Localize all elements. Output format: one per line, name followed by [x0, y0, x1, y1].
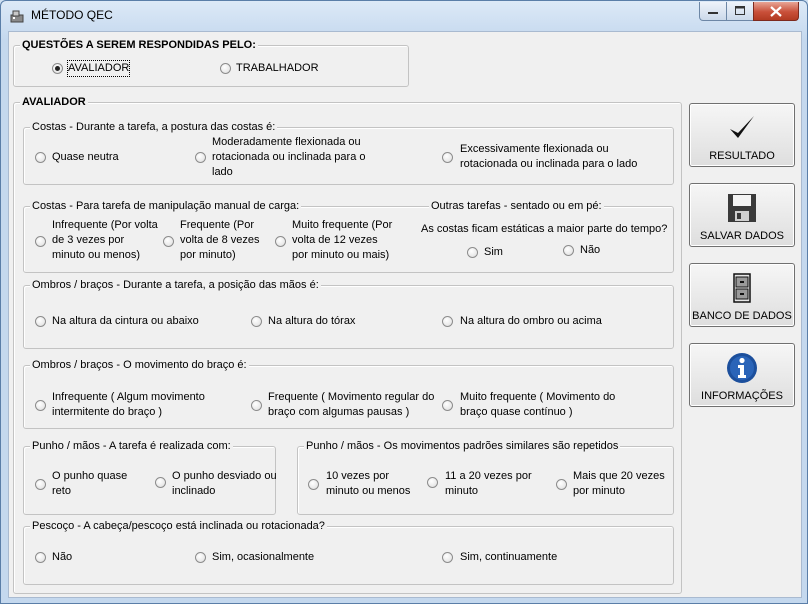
radio-10-vezes[interactable]	[308, 479, 319, 490]
informacoes-button[interactable]: INFORMAÇÕES	[689, 343, 795, 407]
radio-braco-muito-frequente[interactable]	[442, 400, 453, 411]
radio-moderadamente-flexionada[interactable]	[195, 152, 206, 163]
costas-carga-legend: Costas - Para tarefa de manipulação manu…	[30, 199, 302, 213]
radio-altura-cintura[interactable]	[35, 316, 46, 327]
radio-11-20-vezes[interactable]	[427, 477, 438, 488]
radio-carga-infrequente[interactable]	[35, 236, 46, 247]
label-carga-infrequente[interactable]: Infrequente (Por volta de 3 vezes por mi…	[52, 218, 158, 263]
info-icon	[727, 353, 757, 383]
minimize-icon	[708, 12, 718, 14]
label-braco-infrequente[interactable]: Infrequente ( Algum movimento intermiten…	[52, 390, 212, 420]
radio-punho-reto[interactable]	[35, 479, 46, 490]
label-pescoco-continuamente[interactable]: Sim, continuamente	[460, 550, 557, 565]
label-estaticas-nao[interactable]: Não	[580, 243, 600, 258]
app-icon	[10, 10, 24, 23]
avaliador-group: AVALIADOR Costas - Durante a tarefa, a p…	[13, 95, 682, 594]
label-altura-torax[interactable]: Na altura do tórax	[268, 314, 355, 329]
checkmark-icon	[730, 116, 754, 138]
label-10-vezes[interactable]: 10 vezes por minuto ou menos	[326, 469, 422, 499]
punho-movimentos-legend: Punho / mãos - Os movimentos padrões sim…	[304, 439, 621, 453]
floppy-disk-icon	[728, 194, 756, 222]
pescoco-legend: Pescoço - A cabeça/pescoço está inclinad…	[30, 519, 327, 533]
label-pescoco-ocasionalmente[interactable]: Sim, ocasionalmente	[212, 550, 314, 565]
label-moderadamente-flexionada[interactable]: Moderadamente flexionada ou rotacionada …	[212, 135, 382, 180]
radio-braco-infrequente[interactable]	[35, 400, 46, 411]
label-estaticas-sim[interactable]: Sim	[484, 245, 503, 260]
banco-de-dados-label: BANCO DE DADOS	[692, 310, 792, 322]
salvar-dados-button[interactable]: SALVAR DADOS	[689, 183, 795, 247]
punho-tarefa-group: Punho / mãos - A tarefa é realizada com:…	[23, 439, 277, 515]
radio-braco-frequente[interactable]	[251, 400, 262, 411]
radio-altura-ombro[interactable]	[442, 316, 453, 327]
respondent-legend: QUESTÕES A SEREM RESPONDIDAS PELO:	[20, 38, 258, 52]
label-braco-frequente[interactable]: Frequente ( Movimento regular do braço c…	[268, 390, 436, 420]
title-bar[interactable]: MÉTODO QEC	[1, 1, 807, 31]
label-punho-reto[interactable]: O punho quase reto	[52, 469, 138, 499]
punho-tarefa-legend: Punho / mãos - A tarefa é realizada com:	[30, 439, 233, 453]
radio-carga-muito-frequente[interactable]	[275, 236, 286, 247]
radio-carga-frequente[interactable]	[163, 236, 174, 247]
file-cabinet-icon	[733, 273, 751, 303]
label-altura-cintura[interactable]: Na altura da cintura ou abaixo	[52, 314, 199, 329]
label-avaliador[interactable]: AVALIADOR	[66, 60, 131, 77]
radio-pescoco-continuamente[interactable]	[442, 552, 453, 563]
radio-pescoco-nao[interactable]	[35, 552, 46, 563]
avaliador-legend: AVALIADOR	[20, 95, 88, 109]
close-icon	[770, 6, 782, 17]
radio-excessivamente-flexionada[interactable]	[442, 152, 453, 163]
app-window: MÉTODO QEC QUESTÕES A SEREM RESPONDIDAS …	[0, 0, 808, 604]
client-area: QUESTÕES A SEREM RESPONDIDAS PELO: AVALI…	[8, 31, 802, 598]
ombros-posicao-group: Ombros / braços - Durante a tarefa, a po…	[23, 278, 674, 349]
label-excessivamente-flexionada[interactable]: Excessivamente flexionada ou rotacionada…	[460, 142, 648, 172]
label-11-20-vezes[interactable]: 11 a 20 vezes por minuto	[445, 469, 545, 499]
costas-postura-legend: Costas - Durante a tarefa, a postura das…	[30, 120, 278, 134]
radio-estaticas-sim[interactable]	[467, 247, 478, 258]
close-button[interactable]	[753, 2, 799, 21]
label-carga-frequente[interactable]: Frequente (Por volta de 8 vezes por minu…	[180, 218, 270, 263]
outras-tarefas-question: As costas ficam estáticas a maior parte …	[421, 223, 668, 235]
label-mais-20-vezes[interactable]: Mais que 20 vezes por minuto	[573, 469, 671, 499]
banco-de-dados-button[interactable]: BANCO DE DADOS	[689, 263, 795, 327]
radio-avaliador[interactable]	[52, 63, 63, 74]
costas-postura-group: Costas - Durante a tarefa, a postura das…	[23, 120, 674, 185]
radio-mais-20-vezes[interactable]	[556, 479, 567, 490]
radio-pescoco-ocasionalmente[interactable]	[195, 552, 206, 563]
maximize-icon	[735, 6, 745, 15]
resultado-label: RESULTADO	[709, 150, 775, 162]
label-altura-ombro[interactable]: Na altura do ombro ou acima	[460, 314, 602, 329]
informacoes-label: INFORMAÇÕES	[701, 390, 783, 402]
maximize-button[interactable]	[726, 2, 754, 21]
radio-punho-desviado[interactable]	[155, 477, 166, 488]
radio-quase-neutra[interactable]	[35, 152, 46, 163]
costas-carga-group: Costas - Para tarefa de manipulação manu…	[23, 199, 674, 273]
label-braco-muito-frequente[interactable]: Muito frequente ( Movimento do braço qua…	[460, 390, 622, 420]
label-carga-muito-frequente[interactable]: Muito frequente (Por volta de 12 vezes p…	[292, 218, 396, 263]
label-pescoco-nao[interactable]: Não	[52, 550, 72, 565]
resultado-button[interactable]: RESULTADO	[689, 103, 795, 167]
ombros-posicao-legend: Ombros / braços - Durante a tarefa, a po…	[30, 278, 321, 292]
respondent-group: QUESTÕES A SEREM RESPONDIDAS PELO: AVALI…	[13, 38, 409, 87]
radio-trabalhador[interactable]	[220, 63, 231, 74]
radio-altura-torax[interactable]	[251, 316, 262, 327]
label-quase-neutra[interactable]: Quase neutra	[52, 150, 119, 165]
label-trabalhador[interactable]: TRABALHADOR	[236, 61, 319, 76]
label-punho-desviado[interactable]: O punho desviado ou inclinado	[172, 469, 282, 499]
radio-estaticas-nao[interactable]	[563, 245, 574, 256]
pescoco-group: Pescoço - A cabeça/pescoço está inclinad…	[23, 519, 674, 585]
ombros-movimento-legend: Ombros / braços - O movimento do braço é…	[30, 358, 249, 372]
punho-movimentos-group: Punho / mãos - Os movimentos padrões sim…	[297, 439, 674, 515]
outras-tarefas-title: Outras tarefas - sentado ou em pé:	[429, 199, 604, 214]
ombros-movimento-group: Ombros / braços - O movimento do braço é…	[23, 358, 674, 429]
salvar-dados-label: SALVAR DADOS	[700, 230, 784, 242]
window-title: MÉTODO QEC	[31, 8, 113, 22]
minimize-button[interactable]	[699, 2, 727, 21]
